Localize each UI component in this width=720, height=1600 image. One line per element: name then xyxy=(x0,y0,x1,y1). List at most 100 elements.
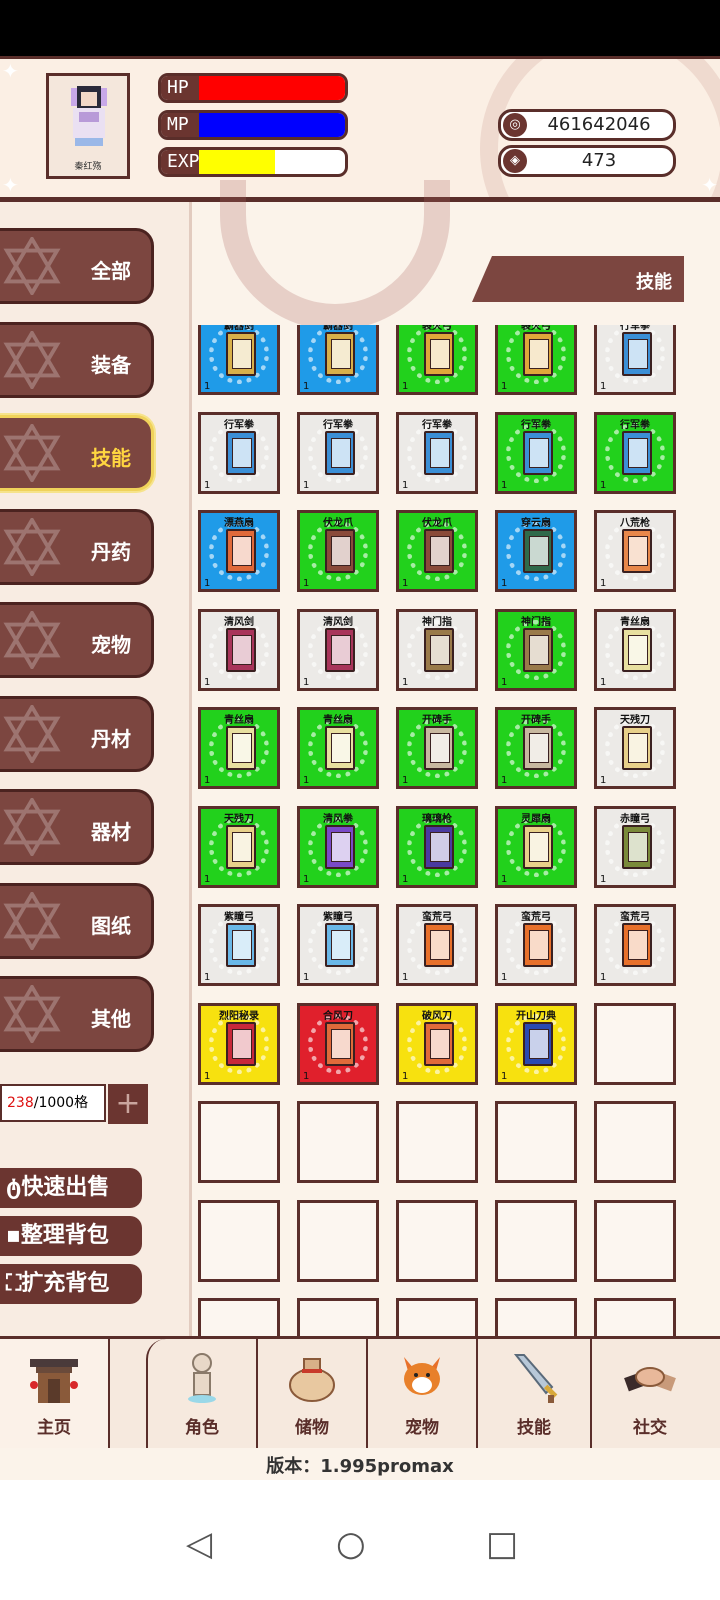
empty-slot[interactable] xyxy=(594,1002,676,1085)
inventory-slot[interactable]: 霸器剑 1 xyxy=(198,325,280,395)
inventory-slot[interactable]: 开山刀典 1 xyxy=(495,1002,577,1085)
category-tab[interactable]: 器材 xyxy=(0,789,154,865)
empty-slot[interactable] xyxy=(198,1199,280,1282)
category-tab[interactable]: 装备 xyxy=(0,321,154,398)
inventory-slot[interactable]: 行军拳 1 xyxy=(198,411,280,494)
inventory-slot[interactable]: 八荒枪 1 xyxy=(594,510,676,592)
inventory-slot[interactable]: 紫瞳弓 1 xyxy=(297,904,379,986)
back-icon[interactable]: ◁ xyxy=(186,1524,212,1564)
inventory-slot[interactable]: 青丝扇 1 xyxy=(198,707,280,789)
corner-star-icon: ✦ xyxy=(2,59,19,83)
inventory-slot[interactable]: 伏龙爪 1 xyxy=(396,510,478,592)
empty-slot[interactable] xyxy=(297,1199,379,1282)
category-tab[interactable]: 丹材 xyxy=(0,695,154,772)
inventory-slot[interactable]: 行军拳 1 xyxy=(495,411,577,494)
item-count: 1 xyxy=(600,775,607,786)
inventory-slot[interactable]: 穿云扇 1 xyxy=(495,510,577,592)
nav-skills[interactable]: 技能 xyxy=(478,1339,592,1448)
inventory-slot[interactable]: 赤瞳弓 1 xyxy=(594,805,676,888)
inventory-slot[interactable]: 蛮荒弓 1 xyxy=(495,904,577,986)
inventory-slot[interactable]: 破风刀 1 xyxy=(396,1002,478,1085)
inventory-slot[interactable]: 灵犀扇 1 xyxy=(495,805,577,888)
empty-slot[interactable] xyxy=(198,1101,280,1183)
nav-pets[interactable]: 宠物 xyxy=(368,1339,478,1448)
empty-slot[interactable] xyxy=(594,1199,676,1282)
empty-slot[interactable] xyxy=(396,1199,478,1282)
stat-bar-fill xyxy=(199,150,275,174)
empty-slot[interactable] xyxy=(297,1298,379,1340)
empty-slot[interactable] xyxy=(594,1298,676,1340)
nav-social[interactable]: 社交 xyxy=(592,1339,708,1448)
item-count: 1 xyxy=(204,381,211,392)
inventory-slot[interactable]: 清风拳 1 xyxy=(297,805,379,888)
category-tab[interactable]: 宠物 xyxy=(0,602,154,678)
category-tab[interactable]: 其他 xyxy=(0,976,154,1052)
inventory-slot[interactable]: 清风剑 1 xyxy=(198,608,280,691)
item-name: 行军拳 xyxy=(620,419,650,431)
item-count: 1 xyxy=(600,676,607,688)
inventory-slot[interactable]: 裂灭弓 1 xyxy=(495,325,577,395)
category-tab[interactable]: 丹药 xyxy=(0,508,154,585)
inventory-slot[interactable]: 霸器剑 1 xyxy=(297,325,379,395)
expand-bag-button[interactable]: ⛶扩充背包 xyxy=(0,1264,142,1304)
book-page xyxy=(529,1028,549,1059)
item-count: 1 xyxy=(600,381,607,392)
empty-slot[interactable] xyxy=(396,1101,478,1183)
empty-slot[interactable] xyxy=(594,1101,676,1183)
empty-slot[interactable] xyxy=(495,1298,577,1340)
inventory-slot[interactable]: 开碑手 1 xyxy=(396,707,478,789)
item-count: 1 xyxy=(303,479,310,491)
inventory-slot[interactable]: 蛮荒弓 1 xyxy=(594,904,676,986)
inventory-slot[interactable]: 伏龙爪 1 xyxy=(297,510,379,592)
inventory-slot[interactable]: 行军拳 1 xyxy=(396,411,478,494)
skill-book-icon xyxy=(325,627,355,672)
skill-book-icon xyxy=(424,1021,454,1066)
player-avatar[interactable]: 秦红殇 xyxy=(46,73,130,179)
inventory-slot[interactable]: 神门指 1 xyxy=(495,608,577,691)
quick-sell-button[interactable]: ტ快速出售 xyxy=(0,1168,142,1208)
inventory-slot[interactable]: 神门指 1 xyxy=(396,608,478,691)
nav-storage[interactable]: 储物 xyxy=(258,1339,368,1448)
inventory-slot[interactable]: 天残刀 1 xyxy=(594,707,676,789)
stat-bar-fill xyxy=(199,113,345,137)
item-name: 伏龙爪 xyxy=(323,518,353,529)
home-circle-icon[interactable]: ○ xyxy=(336,1524,366,1564)
category-tab[interactable]: 技能 xyxy=(0,415,154,491)
gem-icon: ◈ xyxy=(503,149,527,173)
expand-capacity-button[interactable]: + xyxy=(108,1084,148,1124)
item-count: 1 xyxy=(600,578,607,589)
nav-home[interactable]: 主页 xyxy=(0,1339,110,1448)
empty-slot[interactable] xyxy=(396,1298,478,1340)
sort-bag-button[interactable]: ▪整理背包 xyxy=(0,1216,142,1256)
inventory-slot[interactable]: 合风刀 1 xyxy=(297,1002,379,1085)
empty-slot[interactable] xyxy=(495,1199,577,1282)
inventory-slot[interactable]: 行军拳 1 xyxy=(297,411,379,494)
skill-book-icon xyxy=(226,627,256,672)
item-name: 清风剑 xyxy=(323,616,353,628)
inventory-slot[interactable]: 漂燕扇 1 xyxy=(198,510,280,592)
category-tab[interactable]: 全部 xyxy=(0,228,154,304)
category-label: 技能 xyxy=(91,446,131,470)
inventory-slot[interactable]: 青丝扇 1 xyxy=(297,707,379,789)
inventory-slot[interactable]: 裂灭弓 1 xyxy=(396,325,478,395)
inventory-slot[interactable]: 行军拳 1 xyxy=(594,325,676,395)
inventory-slot[interactable]: 蛮荒弓 1 xyxy=(396,904,478,986)
inventory-slot[interactable]: 开碑手 1 xyxy=(495,707,577,789)
skill-book-icon xyxy=(622,824,652,869)
book-page xyxy=(331,1028,351,1059)
empty-slot[interactable] xyxy=(297,1101,379,1183)
inventory-slot[interactable]: 清风剑 1 xyxy=(297,608,379,691)
category-tab[interactable]: 图纸 xyxy=(0,882,154,959)
inventory-slot[interactable]: 烈阳秘录 1 xyxy=(198,1002,280,1085)
empty-slot[interactable] xyxy=(198,1298,280,1340)
empty-slot[interactable] xyxy=(495,1101,577,1183)
inventory-slot[interactable]: 紫瞳弓 1 xyxy=(198,904,280,986)
inventory-slot[interactable]: 璃璃枪 1 xyxy=(396,805,478,888)
inventory-slot[interactable]: 行军拳 1 xyxy=(594,411,676,494)
corner-star-icon: ✦ xyxy=(701,173,718,197)
recents-icon[interactable]: □ xyxy=(486,1524,518,1564)
stat-bar-fill xyxy=(199,76,345,100)
nav-character[interactable]: 角色 xyxy=(146,1339,258,1448)
inventory-slot[interactable]: 天残刀 1 xyxy=(198,805,280,888)
inventory-slot[interactable]: 青丝扇 1 xyxy=(594,608,676,691)
